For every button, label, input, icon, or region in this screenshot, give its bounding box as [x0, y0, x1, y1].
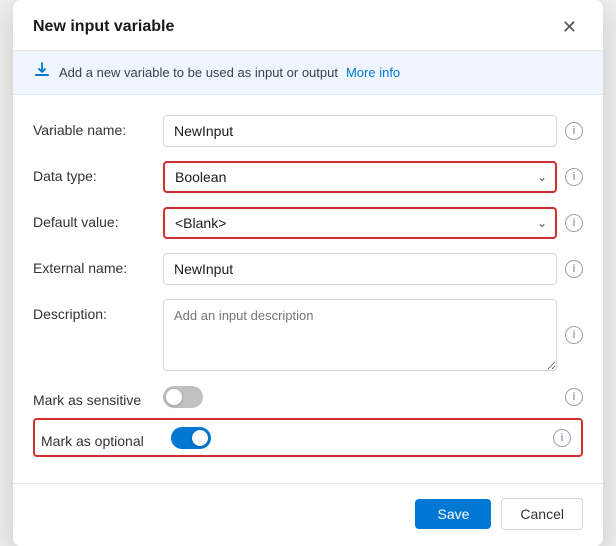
- variable-name-control: i: [163, 115, 583, 147]
- data-type-label: Data type:: [33, 161, 163, 184]
- data-type-select[interactable]: Boolean String Integer Float DateTime Li…: [163, 161, 557, 193]
- default-value-label: Default value:: [33, 207, 163, 230]
- default-value-info-icon[interactable]: i: [565, 214, 583, 232]
- external-name-input[interactable]: [163, 253, 557, 285]
- new-input-variable-dialog: New input variable ✕ Add a new variable …: [13, 0, 603, 546]
- variable-name-row: Variable name: i: [33, 115, 583, 147]
- mark-optional-toggle-wrap: [171, 427, 211, 449]
- data-type-select-wrap: Boolean String Integer Float DateTime Li…: [163, 161, 557, 193]
- external-name-label: External name:: [33, 253, 163, 276]
- variable-name-info-icon[interactable]: i: [565, 122, 583, 140]
- data-type-row: Data type: Boolean String Integer Float …: [33, 161, 583, 193]
- mark-sensitive-toggle-wrap: [163, 386, 203, 408]
- mark-optional-control: i: [171, 427, 571, 449]
- dialog-title: New input variable: [33, 18, 174, 36]
- description-info-icon[interactable]: i: [565, 326, 583, 344]
- description-row: Description: i: [33, 299, 583, 371]
- mark-sensitive-row: Mark as sensitive i: [33, 385, 583, 408]
- mark-sensitive-toggle[interactable]: [163, 386, 203, 408]
- mark-optional-row: Mark as optional i: [33, 418, 583, 457]
- data-type-info-icon[interactable]: i: [565, 168, 583, 186]
- cancel-button[interactable]: Cancel: [501, 498, 583, 530]
- mark-optional-slider: [171, 427, 211, 449]
- mark-optional-info-icon[interactable]: i: [553, 429, 571, 447]
- more-info-link[interactable]: More info: [346, 65, 400, 80]
- download-icon: [33, 61, 51, 84]
- dialog-footer: Save Cancel: [13, 483, 603, 546]
- mark-sensitive-label: Mark as sensitive: [33, 385, 163, 408]
- mark-optional-toggle[interactable]: [171, 427, 211, 449]
- external-name-row: External name: i: [33, 253, 583, 285]
- info-banner: Add a new variable to be used as input o…: [13, 51, 603, 95]
- mark-sensitive-info-icon[interactable]: i: [565, 388, 583, 406]
- default-value-select-wrap: <Blank> True False ⌄: [163, 207, 557, 239]
- banner-text: Add a new variable to be used as input o…: [59, 65, 338, 80]
- data-type-control: Boolean String Integer Float DateTime Li…: [163, 161, 583, 193]
- description-label: Description:: [33, 299, 163, 322]
- mark-sensitive-slider: [163, 386, 203, 408]
- dialog-body: Variable name: i Data type: Boolean Stri…: [13, 95, 603, 483]
- default-value-row: Default value: <Blank> True False ⌄ i: [33, 207, 583, 239]
- variable-name-label: Variable name:: [33, 115, 163, 138]
- description-textarea[interactable]: [163, 299, 557, 371]
- external-name-info-icon[interactable]: i: [565, 260, 583, 278]
- default-value-select[interactable]: <Blank> True False: [163, 207, 557, 239]
- save-button[interactable]: Save: [415, 499, 491, 529]
- variable-name-input[interactable]: [163, 115, 557, 147]
- description-control: i: [163, 299, 583, 371]
- close-button[interactable]: ✕: [556, 16, 583, 38]
- default-value-control: <Blank> True False ⌄ i: [163, 207, 583, 239]
- dialog-header: New input variable ✕: [13, 0, 603, 51]
- mark-sensitive-control: i: [163, 386, 583, 408]
- mark-optional-label: Mark as optional: [41, 426, 171, 449]
- external-name-control: i: [163, 253, 583, 285]
